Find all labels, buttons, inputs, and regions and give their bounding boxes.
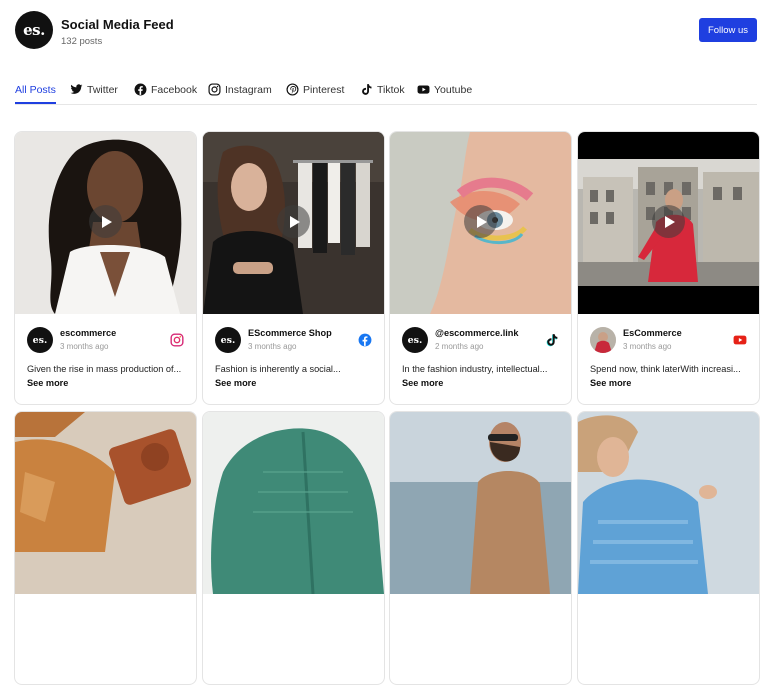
tab-twitter[interactable]: Twitter — [70, 76, 118, 103]
tab-label: Instagram — [225, 83, 272, 96]
post-caption: Spend now, think laterWith increasi... — [590, 364, 741, 374]
author-name[interactable]: EsCommerce — [623, 328, 682, 338]
tab-label: All Posts — [15, 83, 56, 96]
platform-tabs: All Posts Twitter Facebook Instagram Pin… — [15, 76, 757, 105]
post-time: 3 months ago — [60, 342, 109, 351]
post-time: 3 months ago — [623, 342, 672, 351]
tab-label: Tiktok — [377, 83, 405, 96]
post-video-thumbnail[interactable] — [203, 132, 384, 314]
post-time: 3 months ago — [248, 342, 297, 351]
tab-facebook[interactable]: Facebook — [134, 76, 197, 103]
post-image-thumbnail[interactable] — [15, 412, 196, 594]
tab-all-posts[interactable]: All Posts — [15, 76, 56, 104]
facebook-icon — [134, 83, 147, 96]
pinterest-icon — [286, 83, 299, 96]
post-card[interactable]: es. EScommerce Shop 3 months ago Fashion… — [202, 131, 385, 405]
post-image-thumbnail[interactable] — [578, 412, 759, 594]
tab-youtube[interactable]: Youtube — [417, 76, 472, 103]
brand-logo: es. — [15, 11, 53, 49]
play-button[interactable] — [277, 205, 310, 238]
youtube-icon[interactable] — [733, 333, 747, 347]
post-time: 2 months ago — [435, 342, 484, 351]
post-card[interactable]: es. escommerce 3 months ago Given the ri… — [14, 131, 197, 405]
see-more-link[interactable]: See more — [402, 378, 443, 388]
post-card[interactable] — [577, 411, 760, 685]
tiktok-icon — [360, 83, 373, 96]
tab-tiktok[interactable]: Tiktok — [360, 76, 405, 103]
feed-title: Social Media Feed — [61, 17, 174, 32]
play-button[interactable] — [652, 205, 685, 238]
post-card[interactable]: EsCommerce 3 months ago Spend now, think… — [577, 131, 760, 405]
post-caption: In the fashion industry, intellectual... — [402, 364, 548, 374]
author-avatar: es. — [27, 327, 53, 353]
tab-label: Pinterest — [303, 83, 345, 96]
facebook-icon[interactable] — [358, 333, 372, 347]
see-more-link[interactable]: See more — [27, 378, 68, 388]
see-more-link[interactable]: See more — [590, 378, 631, 388]
tab-pinterest[interactable]: Pinterest — [286, 76, 344, 103]
author-avatar: es. — [402, 327, 428, 353]
follow-us-button[interactable]: Follow us — [699, 18, 757, 42]
play-button[interactable] — [464, 205, 497, 238]
feed-header: es. Social Media Feed 132 posts Follow u… — [15, 11, 757, 51]
post-video-thumbnail[interactable] — [390, 132, 571, 314]
post-image-thumbnail[interactable] — [203, 412, 384, 594]
post-card[interactable] — [389, 411, 572, 685]
author-avatar: es. — [215, 327, 241, 353]
post-card[interactable] — [14, 411, 197, 685]
tab-label: Youtube — [434, 83, 473, 96]
instagram-icon — [208, 83, 221, 96]
play-button[interactable] — [89, 205, 122, 238]
post-card[interactable] — [202, 411, 385, 685]
twitter-icon — [70, 83, 83, 96]
tab-instagram[interactable]: Instagram — [208, 76, 272, 103]
post-image-thumbnail[interactable] — [390, 412, 571, 594]
post-video-thumbnail[interactable] — [15, 132, 196, 314]
tiktok-icon[interactable] — [545, 333, 559, 347]
post-caption: Given the rise in mass production of... — [27, 364, 182, 374]
instagram-icon[interactable] — [170, 333, 184, 347]
see-more-link[interactable]: See more — [215, 378, 256, 388]
post-count: 132 posts — [61, 36, 103, 47]
tab-label: Twitter — [87, 83, 118, 96]
post-card[interactable]: es. @escommerce.link 2 months ago In the… — [389, 131, 572, 405]
author-name[interactable]: escommerce — [60, 328, 116, 338]
author-name[interactable]: EScommerce Shop — [248, 328, 332, 338]
youtube-icon — [417, 83, 430, 96]
author-avatar — [590, 327, 616, 353]
tab-label: Facebook — [151, 83, 198, 96]
post-caption: Fashion is inherently a social... — [215, 364, 341, 374]
author-name[interactable]: @escommerce.link — [435, 328, 519, 338]
post-video-thumbnail[interactable] — [578, 132, 759, 314]
